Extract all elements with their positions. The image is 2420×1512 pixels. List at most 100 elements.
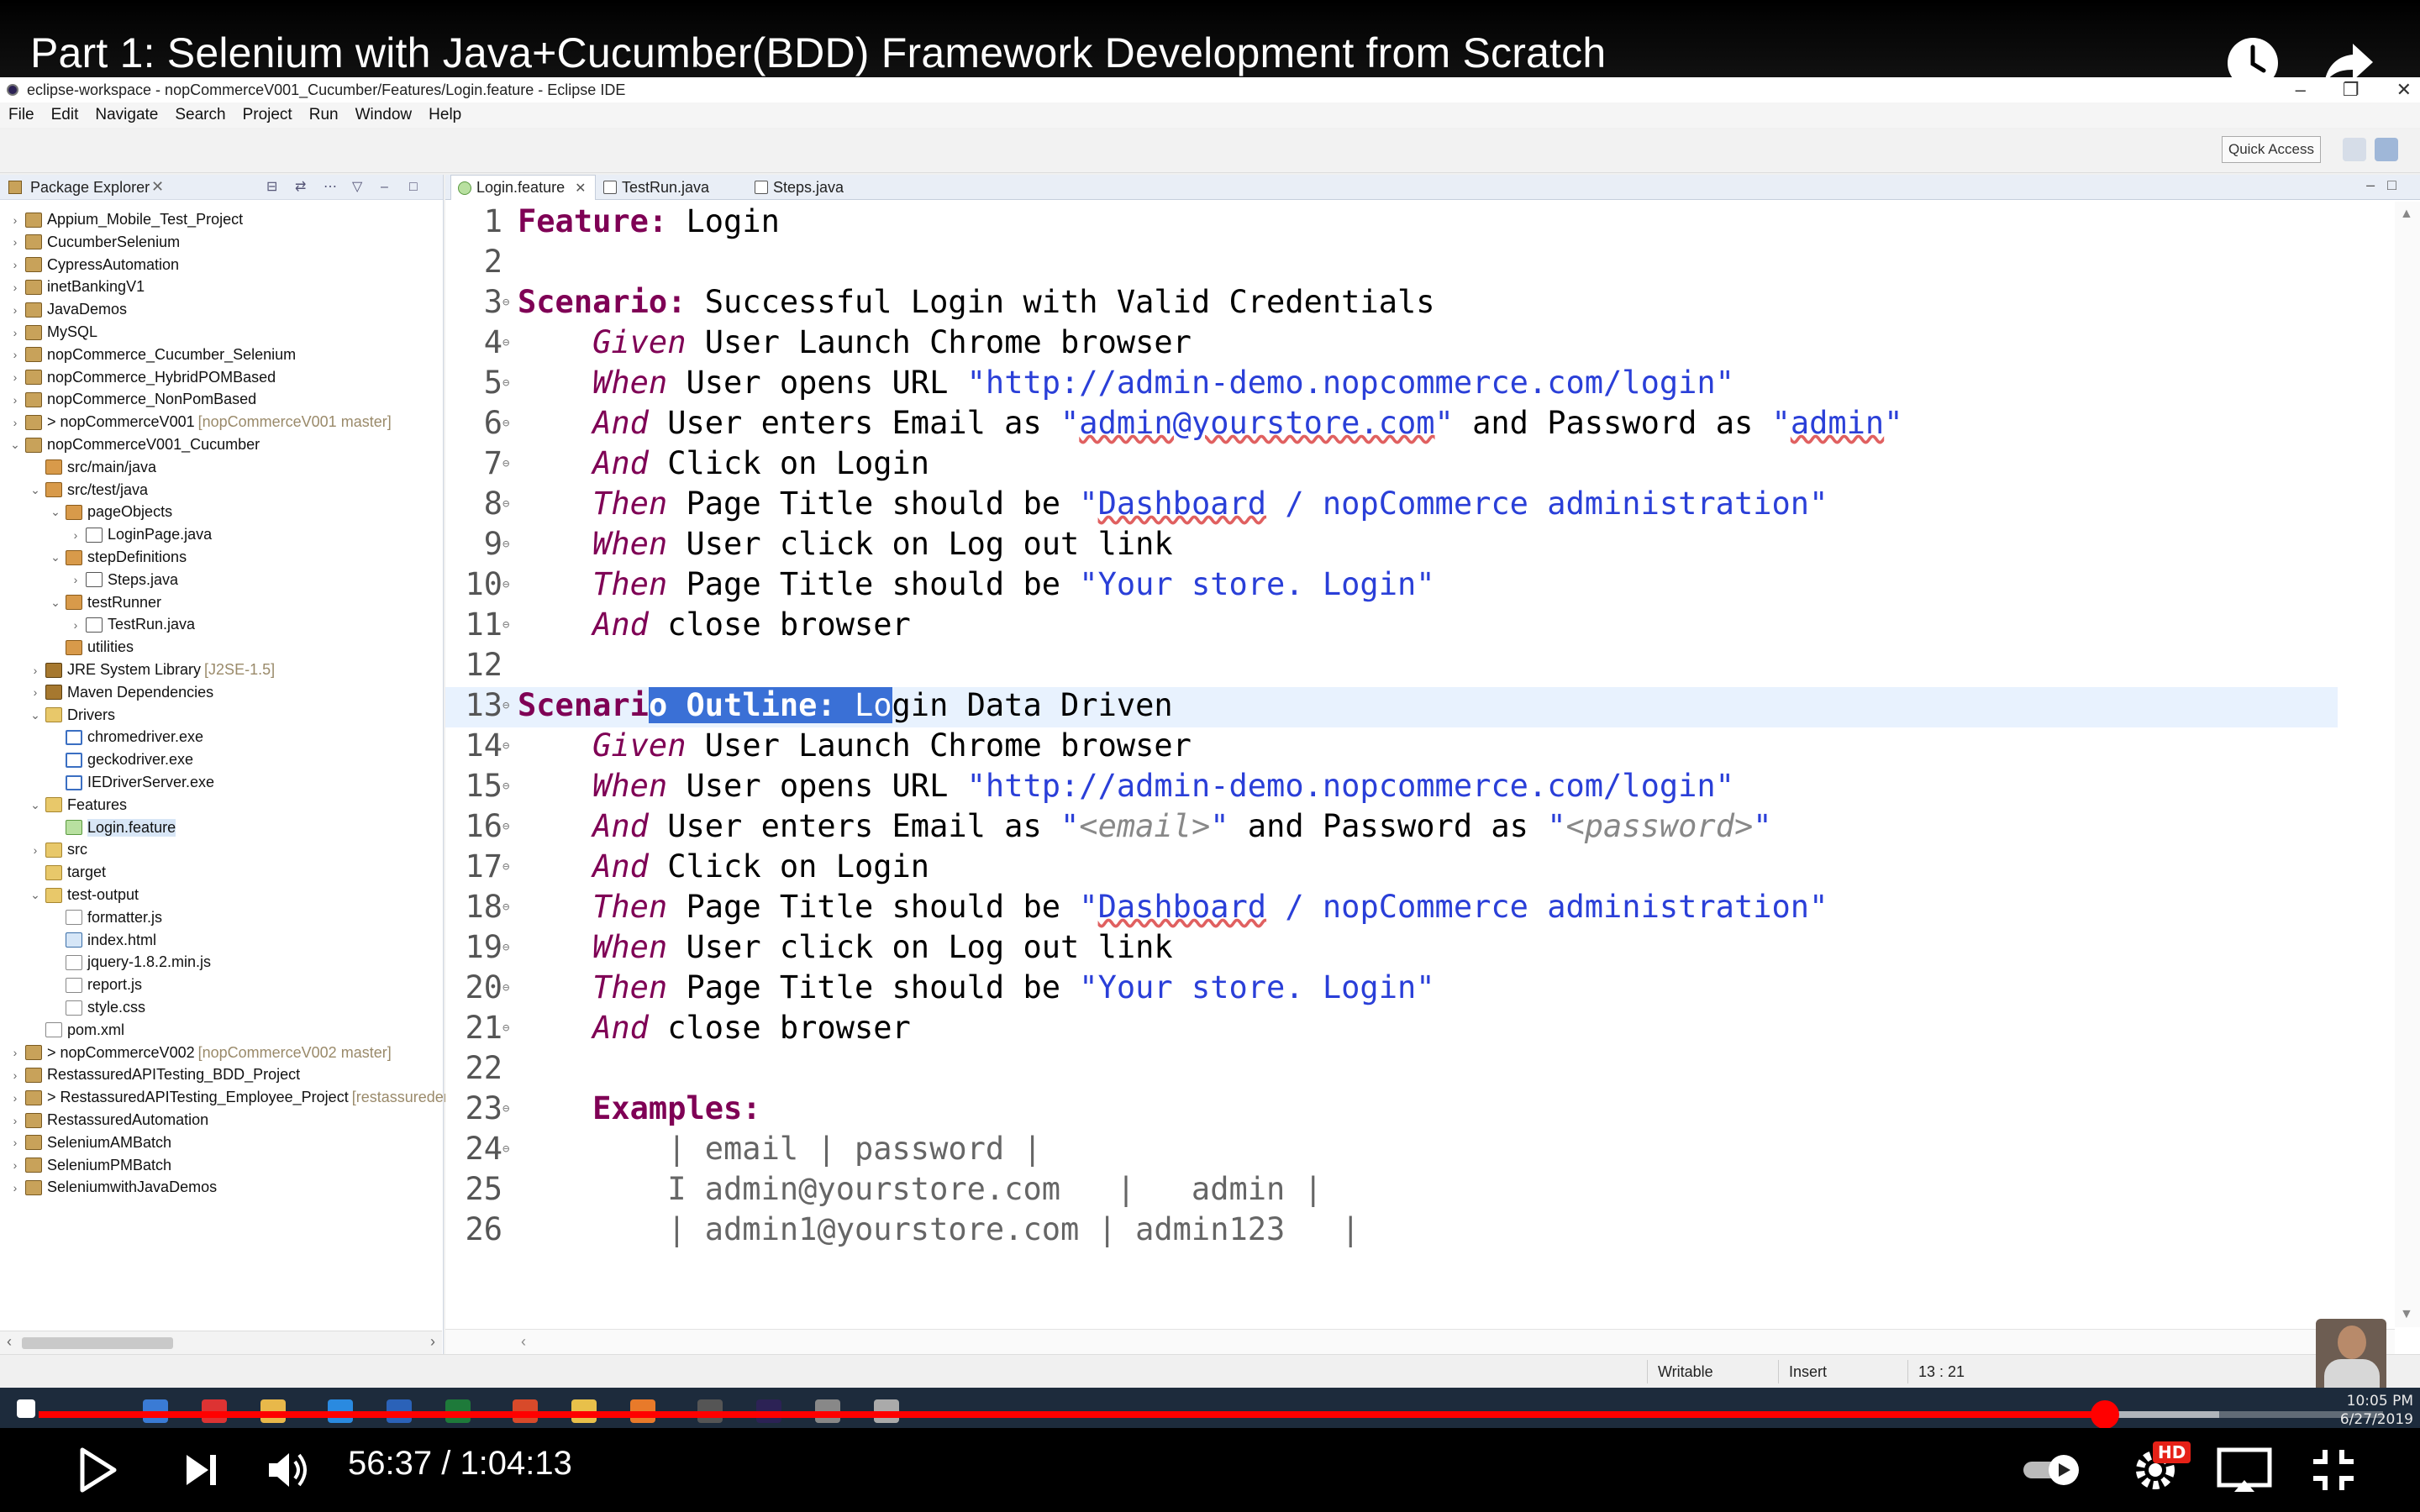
code-line[interactable]: 13 ⊖ Scenario Outline: Login Data Driven	[445, 687, 2338, 727]
fold-toggle-icon[interactable]: ⊖	[502, 739, 516, 753]
open-perspective-icon[interactable]	[2343, 138, 2366, 161]
fold-toggle-icon[interactable]: ⊖	[502, 578, 516, 591]
collapsed-arrow-icon[interactable]: ›	[8, 1181, 22, 1194]
java-perspective-icon[interactable]	[2375, 138, 2398, 161]
scroll-left-icon[interactable]: ‹	[7, 1333, 12, 1351]
tree-item[interactable]: › nopCommerce_HybridPOMBased	[8, 366, 276, 389]
expanded-arrow-icon[interactable]: ⌄	[49, 505, 62, 519]
code-line[interactable]: 26 | admin1@yourstore.com | admin123 |	[445, 1211, 2338, 1252]
tree-item[interactable]: › Steps.java	[69, 569, 178, 591]
scroll-right-icon[interactable]: ›	[430, 1333, 435, 1351]
fold-toggle-icon[interactable]: ⊖	[502, 780, 516, 793]
close-tab-icon[interactable]: ✕	[575, 180, 586, 197]
code-line[interactable]: 21 ⊖ And close browser	[445, 1010, 2338, 1050]
menu-edit[interactable]: Edit	[51, 106, 79, 124]
view-menu-icon[interactable]: ▽	[352, 179, 369, 196]
collapsed-arrow-icon[interactable]: ›	[8, 326, 22, 339]
minimize-icon[interactable]: –	[2296, 77, 2306, 102]
tab-login-feature[interactable]: Login.feature ✕	[450, 175, 596, 200]
tree-item[interactable]: › TestRun.java	[69, 613, 195, 636]
code-line[interactable]: 25 I admin@yourstore.com | admin |	[445, 1171, 2338, 1211]
cast-button[interactable]	[2213, 1441, 2275, 1499]
menu-run[interactable]: Run	[309, 106, 339, 124]
fold-toggle-icon[interactable]: ⊖	[502, 1102, 516, 1116]
collapsed-arrow-icon[interactable]: ›	[8, 370, 22, 384]
play-button[interactable]	[72, 1441, 123, 1499]
scroll-up-icon[interactable]: ▲	[2400, 207, 2413, 222]
code-line[interactable]: 9 ⊖ When User click on Log out link	[445, 526, 2338, 566]
collapsed-arrow-icon[interactable]: ›	[8, 1068, 22, 1082]
minimize-view-icon[interactable]: –	[381, 179, 397, 196]
tree-item[interactable]: src/main/java	[29, 456, 156, 479]
menu-search[interactable]: Search	[175, 106, 225, 124]
fold-toggle-icon[interactable]: ⊖	[502, 497, 516, 511]
collapsed-arrow-icon[interactable]: ›	[8, 1046, 22, 1059]
collapsed-arrow-icon[interactable]: ›	[8, 348, 22, 361]
code-line[interactable]: 16 ⊖ And User enters Email as "<email>" a…	[445, 808, 2338, 848]
code-line[interactable]: 6 ⊖ And User enters Email as "admin@yours…	[445, 405, 2338, 445]
collapsed-arrow-icon[interactable]: ›	[8, 235, 22, 249]
tree-item[interactable]: › CucumberSelenium	[8, 231, 180, 254]
link-editor-icon[interactable]: ⇄	[295, 179, 312, 196]
collapsed-arrow-icon[interactable]: ›	[8, 393, 22, 407]
code-line[interactable]: 11 ⊖ And close browser	[445, 606, 2338, 647]
collapsed-arrow-icon[interactable]: ›	[8, 1158, 22, 1172]
menu-help[interactable]: Help	[429, 106, 461, 124]
expanded-arrow-icon[interactable]: ⌄	[49, 596, 62, 610]
scroll-left-icon[interactable]: ‹	[521, 1333, 526, 1351]
fold-toggle-icon[interactable]: ⊖	[502, 618, 516, 632]
code-line[interactable]: 18 ⊖ Then Page Title should be "Dashboard…	[445, 889, 2338, 929]
tree-item[interactable]: formatter.js	[49, 906, 162, 929]
tab-testrun-java[interactable]: TestRun.java	[597, 175, 709, 200]
fold-toggle-icon[interactable]: ⊖	[502, 900, 516, 914]
tree-item[interactable]: › MySQL	[8, 321, 97, 344]
tree-item[interactable]: › JavaDemos	[8, 298, 127, 321]
tree-item[interactable]: ⌄ Features	[29, 794, 127, 816]
tree-item[interactable]: ⌄ pageObjects	[49, 501, 172, 523]
code-line[interactable]: 1 Feature: Login	[445, 203, 2338, 244]
code-line[interactable]: 24 ⊖ | email | password |	[445, 1131, 2338, 1171]
windows-start-icon[interactable]	[17, 1399, 35, 1418]
collapsed-arrow-icon[interactable]: ›	[8, 416, 22, 429]
tree-item[interactable]: › SeleniumAMBatch	[8, 1131, 171, 1154]
code-line[interactable]: 15 ⊖ When User opens URL "http://admin-de…	[445, 768, 2338, 808]
menu-project[interactable]: Project	[243, 106, 292, 124]
quick-access-field[interactable]: Quick Access	[2222, 136, 2321, 163]
fold-toggle-icon[interactable]: ⊖	[502, 860, 516, 874]
progress-bar[interactable]	[39, 1400, 2383, 1429]
tree-item[interactable]: › nopCommerce_Cucumber_Selenium	[8, 344, 296, 366]
expanded-arrow-icon[interactable]: ⌄	[29, 798, 42, 812]
fold-toggle-icon[interactable]: ⊖	[502, 1021, 516, 1035]
tree-item[interactable]: › > RestassuredAPITesting_Employee_Projec…	[8, 1086, 501, 1109]
settings-button[interactable]: HD	[2126, 1441, 2191, 1499]
fold-toggle-icon[interactable]: ⊖	[502, 941, 516, 954]
autoplay-toggle[interactable]	[2022, 1441, 2084, 1499]
tree-item[interactable]: › > nopCommerceV001 [nopCommerceV001 maste…	[8, 411, 392, 433]
tree-item[interactable]: report.js	[49, 974, 142, 996]
code-line[interactable]: 19 ⊖ When User click on Log out link	[445, 929, 2338, 969]
fold-toggle-icon[interactable]: ⊖	[502, 1142, 516, 1156]
tree-item[interactable]: ⌄ Drivers	[29, 704, 115, 727]
scrollbar-thumb[interactable]	[22, 1337, 173, 1349]
tree-item[interactable]: › LoginPage.java	[69, 523, 212, 546]
code-line[interactable]: 17 ⊖ And Click on Login	[445, 848, 2338, 889]
tree-item[interactable]: › Maven Dependencies	[29, 681, 213, 704]
tree-item[interactable]: geckodriver.exe	[49, 748, 193, 771]
tree-item[interactable]: › src	[29, 838, 87, 861]
code-line[interactable]: 7 ⊖ And Click on Login	[445, 445, 2338, 486]
expanded-arrow-icon[interactable]: ⌄	[29, 483, 42, 497]
collapsed-arrow-icon[interactable]: ›	[8, 303, 22, 317]
fold-toggle-icon[interactable]: ⊖	[502, 699, 516, 712]
code-line[interactable]: 10 ⊖ Then Page Title should be "Your stor…	[445, 566, 2338, 606]
code-line[interactable]: 3 ⊖ Scenario: Successful Login with Valid …	[445, 284, 2338, 324]
collapsed-arrow-icon[interactable]: ›	[8, 258, 22, 271]
tree-item[interactable]: ⌄ src/test/java	[29, 479, 148, 501]
expanded-arrow-icon[interactable]: ⌄	[49, 550, 62, 564]
tree-item[interactable]: › SeleniumPMBatch	[8, 1154, 171, 1177]
tree-item[interactable]: ⌄ testRunner	[49, 591, 161, 614]
code-editor[interactable]: 1 Feature: Login 2 3 ⊖ Scenario: Successful L…	[445, 202, 2338, 1327]
fold-toggle-icon[interactable]: ⊖	[502, 457, 516, 470]
collapsed-arrow-icon[interactable]: ›	[8, 1136, 22, 1149]
tree-item[interactable]: › JRE System Library [J2SE-1.5]	[29, 659, 275, 681]
collapsed-arrow-icon[interactable]: ›	[8, 1091, 22, 1105]
